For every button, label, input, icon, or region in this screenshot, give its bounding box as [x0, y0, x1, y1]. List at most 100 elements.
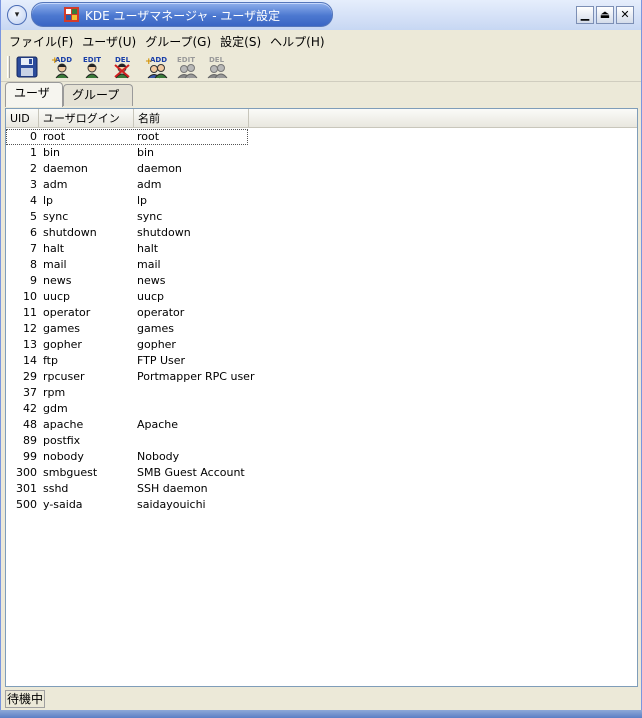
- table-row[interactable]: 6 shutdown shutdown: [6, 225, 637, 241]
- cell-name: Nobody: [137, 450, 180, 463]
- table-row[interactable]: 9 news news: [6, 273, 637, 289]
- cell-login: rpcuser: [43, 370, 85, 383]
- menu-settings[interactable]: 設定(S): [220, 33, 261, 50]
- cell-login: games: [43, 322, 80, 335]
- table-row[interactable]: 1 bin bin: [6, 145, 637, 161]
- cell-uid: 99: [23, 450, 37, 463]
- edit-user-icon[interactable]: EDIT: [81, 55, 105, 79]
- table-row[interactable]: 12 games games: [6, 321, 637, 337]
- column-header-name[interactable]: 名前: [134, 109, 249, 128]
- cell-uid: 6: [30, 226, 37, 239]
- delete-group-icon[interactable]: DEL: [205, 55, 229, 79]
- cell-login: gdm: [43, 402, 68, 415]
- cell-name: saidayouichi: [137, 498, 206, 511]
- cell-uid: 301: [16, 482, 37, 495]
- cell-uid: 13: [23, 338, 37, 351]
- cell-login: sshd: [43, 482, 69, 495]
- close-button[interactable]: ✕: [616, 6, 634, 24]
- table-row[interactable]: 300 smbguest SMB Guest Account: [6, 465, 637, 481]
- cell-login: ftp: [43, 354, 58, 367]
- cell-name: lp: [137, 194, 148, 207]
- cell-uid: 89: [23, 434, 37, 447]
- status-bar: 待機中: [1, 688, 641, 710]
- cell-uid: 300: [16, 466, 37, 479]
- table-row[interactable]: 7 halt halt: [6, 241, 637, 257]
- delete-user-icon[interactable]: DEL: [111, 55, 135, 79]
- title-bar[interactable]: ▾ KDE ユーザマネージャ - ユーザ設定 ▁ ⏏ ✕: [1, 0, 641, 30]
- cell-uid: 14: [23, 354, 37, 367]
- cell-name: shutdown: [137, 226, 191, 239]
- table-row[interactable]: 0 root root: [6, 129, 248, 145]
- cell-login: apache: [43, 418, 84, 431]
- app-window: ▾ KDE ユーザマネージャ - ユーザ設定 ▁ ⏏ ✕ ファイル(F) ユーザ…: [0, 0, 642, 718]
- cell-name: Portmapper RPC user: [137, 370, 255, 383]
- cell-login: root: [43, 130, 66, 143]
- cell-name: uucp: [137, 290, 164, 303]
- svg-text:+: +: [51, 56, 59, 66]
- cell-uid: 10: [23, 290, 37, 303]
- table-row[interactable]: 8 mail mail: [6, 257, 637, 273]
- status-text: 待機中: [5, 690, 46, 708]
- table-row[interactable]: 13 gopher gopher: [6, 337, 637, 353]
- table-row[interactable]: 10 uucp uucp: [6, 289, 637, 305]
- cell-login: bin: [43, 146, 61, 159]
- edit-group-icon[interactable]: EDIT: [175, 55, 199, 79]
- cell-name: daemon: [137, 162, 182, 175]
- toolbar-grip[interactable]: [7, 56, 10, 78]
- table-row[interactable]: 89 postfix: [6, 433, 637, 449]
- edit-user-label: EDIT: [83, 56, 101, 64]
- cell-login: news: [43, 274, 72, 287]
- cell-login: halt: [43, 242, 65, 255]
- cell-uid: 4: [30, 194, 37, 207]
- column-header-uid[interactable]: UID: [6, 109, 39, 128]
- cell-login: daemon: [43, 162, 88, 175]
- maximize-button[interactable]: ⏏: [596, 6, 614, 24]
- menu-file[interactable]: ファイル(F): [9, 33, 73, 50]
- cell-uid: 29: [23, 370, 37, 383]
- menu-user[interactable]: ユーザ(U): [82, 33, 136, 50]
- cell-login: sync: [43, 210, 69, 223]
- cell-uid: 9: [30, 274, 37, 287]
- cell-name: sync: [137, 210, 163, 223]
- cell-name: gopher: [137, 338, 176, 351]
- table-row[interactable]: 42 gdm: [6, 401, 637, 417]
- menu-bar: ファイル(F) ユーザ(U) グループ(G) 設定(S) ヘルプ(H): [1, 30, 641, 52]
- table-row[interactable]: 301 sshd SSH daemon: [6, 481, 637, 497]
- table-row[interactable]: 5 sync sync: [6, 209, 637, 225]
- table-row[interactable]: 500 y-saida saidayouichi: [6, 497, 637, 513]
- table-row[interactable]: 48 apache Apache: [6, 417, 637, 433]
- table-row[interactable]: 3 adm adm: [6, 177, 637, 193]
- minimize-button[interactable]: ▁: [576, 6, 594, 24]
- menu-help[interactable]: ヘルプ(H): [270, 33, 324, 50]
- cell-uid: 1: [30, 146, 37, 159]
- cell-login: shutdown: [43, 226, 97, 239]
- table-row[interactable]: 2 daemon daemon: [6, 161, 637, 177]
- user-list[interactable]: UID ユーザログイン 名前 0 root root 1 bin bin 2 daemon da…: [5, 108, 638, 687]
- cell-uid: 2: [30, 162, 37, 175]
- table-row[interactable]: 99 nobody Nobody: [6, 449, 637, 465]
- tab-groups[interactable]: グループ: [63, 84, 133, 106]
- table-row[interactable]: 4 lp lp: [6, 193, 637, 209]
- svg-text:+: +: [145, 57, 153, 67]
- table-row[interactable]: 29 rpcuser Portmapper RPC user: [6, 369, 637, 385]
- window-menu-button[interactable]: ▾: [7, 5, 27, 25]
- add-group-label: ADD: [150, 56, 167, 64]
- table-row[interactable]: 11 operator operator: [6, 305, 637, 321]
- table-row[interactable]: 37 rpm: [6, 385, 637, 401]
- tab-users[interactable]: ユーザ: [5, 82, 63, 107]
- menu-group[interactable]: グループ(G): [145, 33, 211, 50]
- edit-group-label: EDIT: [177, 56, 195, 64]
- column-header-login[interactable]: ユーザログイン: [39, 109, 134, 128]
- cell-name: operator: [137, 306, 185, 319]
- cell-uid: 5: [30, 210, 37, 223]
- toolbar: ADD + EDIT DEL ADD + EDIT DEL: [1, 52, 641, 82]
- save-icon[interactable]: [15, 55, 39, 79]
- table-row[interactable]: 14 ftp FTP User: [6, 353, 637, 369]
- cell-login: uucp: [43, 290, 70, 303]
- delete-user-label: DEL: [115, 56, 131, 64]
- add-group-icon[interactable]: ADD +: [145, 55, 169, 79]
- cell-name: root: [137, 130, 160, 143]
- window-bottom-border: [0, 710, 642, 718]
- add-user-icon[interactable]: ADD +: [51, 55, 75, 79]
- cell-name: bin: [137, 146, 155, 159]
